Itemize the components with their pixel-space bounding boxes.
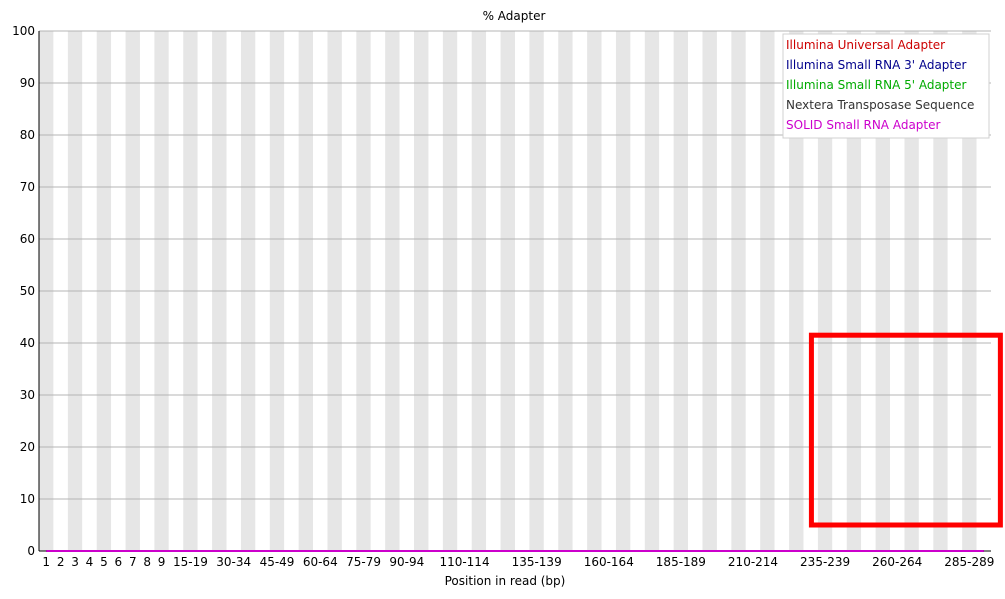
- y-tick-label: 50: [20, 284, 35, 298]
- y-tick-label: 70: [20, 180, 35, 194]
- x-tick-label: 7: [129, 555, 137, 569]
- x-tick-label: 6: [115, 555, 123, 569]
- legend-entry: SOLID Small RNA Adapter: [786, 118, 940, 132]
- x-tick-label: 235-239: [800, 555, 850, 569]
- x-tick-label: 90-94: [389, 555, 424, 569]
- y-tick-label: 0: [27, 544, 35, 558]
- x-tick-label: 185-189: [656, 555, 706, 569]
- x-tick-label: 30-34: [216, 555, 251, 569]
- y-tick-label: 80: [20, 128, 35, 142]
- y-tick-label: 40: [20, 336, 35, 350]
- legend-entry: Illumina Small RNA 5' Adapter: [786, 78, 967, 92]
- adapter-chart: 0 10 20 30 40 50 60 70 80 90 100 1 2 3 4 5 6 7 8 9 15-19 30-3…: [0, 0, 1005, 599]
- x-tick-label: 260-264: [872, 555, 922, 569]
- x-tick-label: 110-114: [439, 555, 489, 569]
- x-tick-label: 2: [57, 555, 65, 569]
- x-tick-label: 45-49: [260, 555, 295, 569]
- chart-title: % Adapter: [483, 9, 546, 23]
- x-tick-label: 1: [42, 555, 50, 569]
- x-tick-label: 60-64: [303, 555, 338, 569]
- x-tick-label: 5: [100, 555, 108, 569]
- x-tick-label: 75-79: [346, 555, 381, 569]
- y-tick-label: 10: [20, 492, 35, 506]
- legend-entry: Illumina Universal Adapter: [786, 38, 945, 52]
- x-tick-label: 9: [158, 555, 166, 569]
- x-tick-label: 15-19: [173, 555, 208, 569]
- y-tick-label: 20: [20, 440, 35, 454]
- x-tick-label: 4: [86, 555, 94, 569]
- x-tick-label: 8: [143, 555, 151, 569]
- y-tick-label: 100: [12, 24, 35, 38]
- adapter-chart-svg: 0 10 20 30 40 50 60 70 80 90 100 1 2 3 4 5 6 7 8 9 15-19 30-3…: [12, 9, 1003, 588]
- x-tick-label: 135-139: [512, 555, 562, 569]
- x-tick-label: 3: [71, 555, 79, 569]
- x-tick-label: 210-214: [728, 555, 778, 569]
- legend-entry: Illumina Small RNA 3' Adapter: [786, 58, 967, 72]
- legend-entry: Nextera Transposase Sequence: [786, 98, 974, 112]
- y-tick-label: 30: [20, 388, 35, 402]
- y-tick-label: 60: [20, 232, 35, 246]
- y-tick-label: 90: [20, 76, 35, 90]
- x-tick-label: 160-164: [584, 555, 634, 569]
- x-axis-label: Position in read (bp): [445, 574, 566, 588]
- x-tick-label: 285-289: [944, 555, 994, 569]
